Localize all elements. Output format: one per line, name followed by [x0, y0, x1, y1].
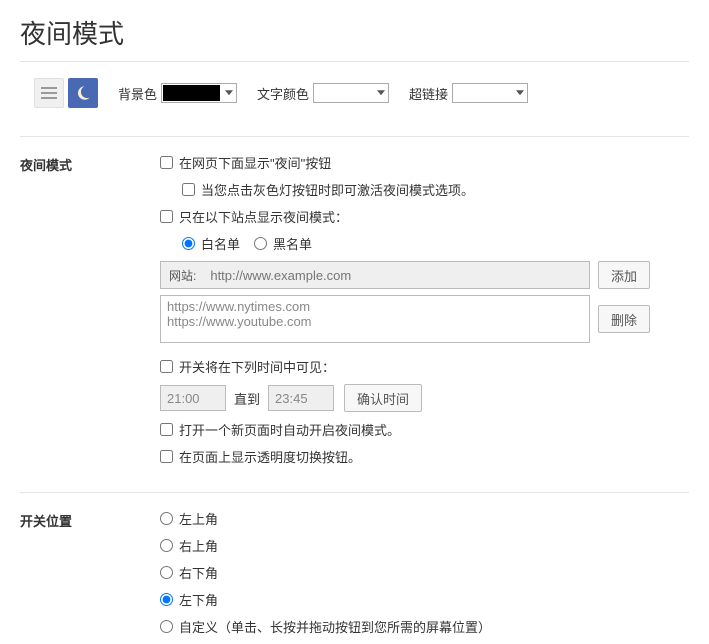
moon-icon — [74, 84, 92, 102]
divider — [20, 492, 689, 493]
section-night-mode: 夜间模式 在网页下面显示"夜间"按钮 当您点击灰色灯按钮时即可激活夜间模式选项。… — [20, 153, 689, 474]
auto-on-label: 打开一个新页面时自动开启夜间模式。 — [179, 420, 400, 439]
add-button[interactable]: 添加 — [598, 261, 650, 289]
bg-color-label: 背景色 — [118, 84, 157, 103]
text-color-label: 文字颜色 — [257, 84, 309, 103]
whitelist-radio[interactable] — [182, 237, 195, 250]
night-mode-icon[interactable] — [68, 78, 98, 108]
opacity-toggle-checkbox[interactable] — [160, 450, 173, 463]
site-url-input[interactable] — [204, 262, 589, 288]
whitelist-label: 白名单 — [201, 234, 240, 253]
divider — [20, 61, 689, 62]
menu-button[interactable] — [34, 78, 64, 108]
blacklist-label: 黑名单 — [273, 234, 312, 253]
bg-color-swatch — [163, 85, 220, 101]
auto-on-checkbox[interactable] — [160, 423, 173, 436]
toolbar: 背景色 文字颜色 超链接 — [34, 78, 689, 108]
time-until-label: 直到 — [234, 389, 260, 408]
divider — [20, 136, 689, 137]
link-color-swatch — [454, 85, 511, 101]
time-to-input[interactable] — [268, 385, 334, 411]
text-color-select[interactable] — [313, 83, 389, 103]
position-top-left-label: 左上角 — [179, 509, 218, 528]
time-from-input[interactable] — [160, 385, 226, 411]
show-night-button-checkbox[interactable] — [160, 156, 173, 169]
position-top-right-radio[interactable] — [160, 539, 173, 552]
position-custom-label: 自定义（单击、长按并拖动按钮到您所需的屏幕位置） — [179, 617, 491, 636]
position-top-right-label: 右上角 — [179, 536, 218, 555]
only-sites-checkbox[interactable] — [160, 210, 173, 223]
link-color-label: 超链接 — [409, 84, 448, 103]
confirm-time-button[interactable]: 确认时间 — [344, 384, 422, 412]
position-bottom-right-radio[interactable] — [160, 566, 173, 579]
gray-lamp-checkbox[interactable] — [182, 183, 195, 196]
site-label: 网站: — [161, 267, 204, 284]
time-visible-label: 开关将在下列时间中可见： — [179, 357, 335, 376]
bg-color-select[interactable] — [161, 83, 237, 103]
link-color-select[interactable] — [452, 83, 528, 103]
show-night-button-label: 在网页下面显示"夜间"按钮 — [179, 153, 331, 172]
position-top-left-radio[interactable] — [160, 512, 173, 525]
chevron-down-icon — [377, 90, 385, 95]
position-custom-radio[interactable] — [160, 620, 173, 633]
chevron-down-icon — [225, 90, 233, 95]
text-color-swatch — [315, 85, 372, 101]
chevron-down-icon — [516, 90, 524, 95]
only-sites-label: 只在以下站点显示夜间模式： — [179, 207, 348, 226]
section-label-night: 夜间模式 — [20, 153, 160, 174]
opacity-toggle-label: 在页面上显示透明度切换按钮。 — [179, 447, 361, 466]
blacklist-radio[interactable] — [254, 237, 267, 250]
section-label-position: 开关位置 — [20, 509, 160, 530]
delete-button[interactable]: 删除 — [598, 305, 650, 333]
section-position: 开关位置 左上角 右上角 右下角 左下角 自定义（单击、长按并拖动按钮到您所需的… — [20, 509, 689, 644]
time-visible-checkbox[interactable] — [160, 360, 173, 373]
gray-lamp-label: 当您点击灰色灯按钮时即可激活夜间模式选项。 — [201, 180, 474, 199]
position-bottom-right-label: 右下角 — [179, 563, 218, 582]
page-title: 夜间模式 — [20, 14, 689, 51]
sites-list[interactable]: https://www.nytimes.com https://www.yout… — [160, 295, 590, 343]
